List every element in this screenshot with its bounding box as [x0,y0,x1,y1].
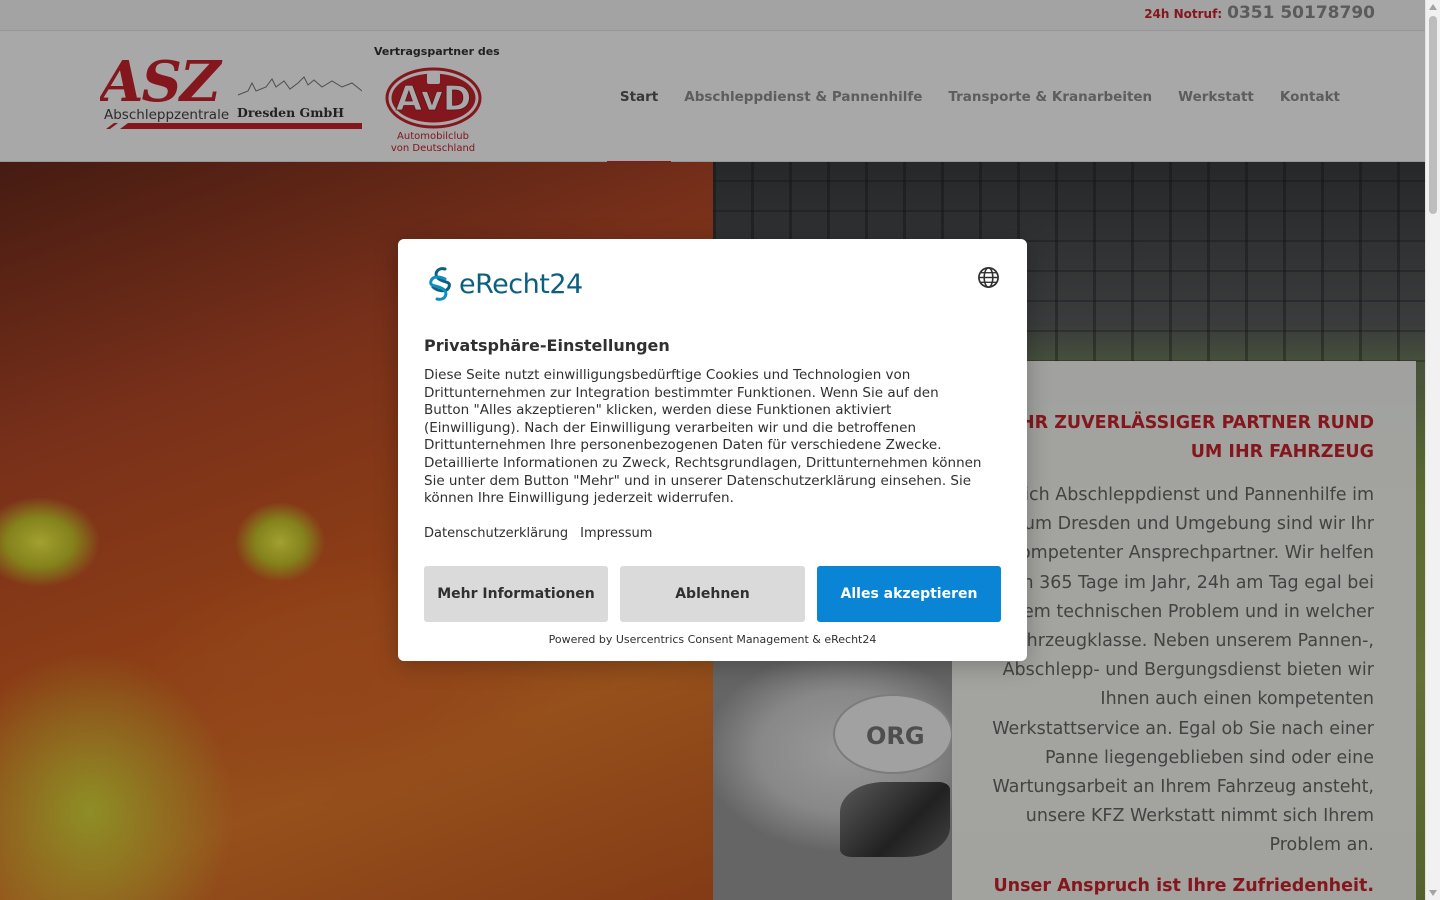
language-globe-icon[interactable] [977,266,1000,289]
imprint-link[interactable]: Impressum [580,526,652,541]
consent-title: Privatsphäre-Einstellungen [424,336,670,355]
accept-all-button[interactable]: Alles akzeptieren [817,566,1001,622]
page-scrollbar[interactable] [1425,0,1440,900]
erecht24-logo: eRecht24 [423,265,583,303]
privacy-policy-link[interactable]: Datenschutzerklärung [424,526,568,541]
erecht24-logo-text: eRecht24 [459,268,583,300]
powered-by-note: Powered by Usercentrics Consent Manageme… [548,633,877,646]
consent-links: Datenschutzerklärung Impressum [424,526,652,541]
consent-dialog: eRecht24 Privatsphäre-Einstellungen Dies… [398,239,1027,661]
scroll-thumb[interactable] [1429,16,1437,214]
deny-button[interactable]: Ablehnen [620,566,805,622]
erecht24-paragraph-icon [429,267,451,301]
scroll-up-arrow-icon[interactable] [1429,4,1437,10]
consent-description: Diese Seite nutzt einwilligungsbedürftig… [424,367,982,507]
scroll-down-arrow-icon[interactable] [1429,890,1437,896]
more-information-button[interactable]: Mehr Informationen [424,566,608,622]
